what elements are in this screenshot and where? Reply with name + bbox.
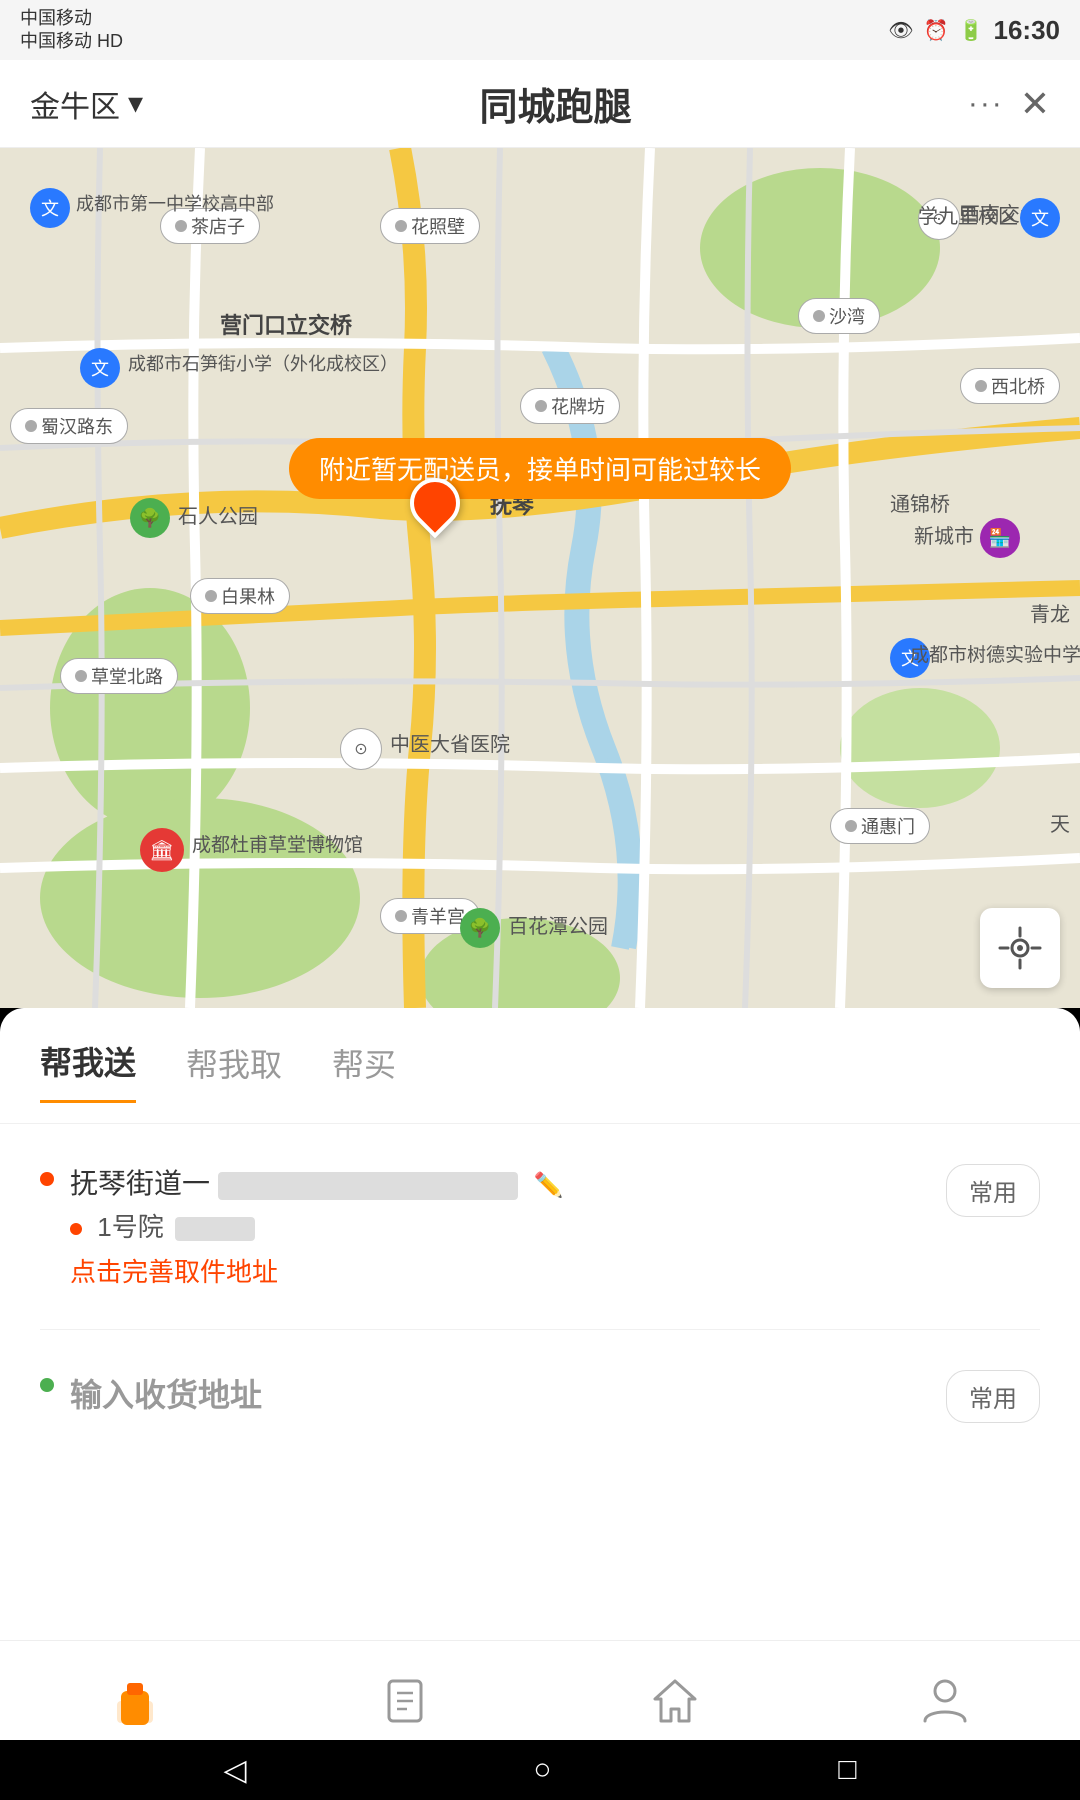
pickup-section: 抚琴街道一 ✏️ 1号院 点击完善取件地址 常用 [0, 1124, 1080, 1329]
poi-school1: 文 [30, 188, 70, 228]
status-bar: 中国移动 中国移动 HD 👁 ⏰ 🔋 16:30 [0, 0, 1080, 60]
pickup-address-row[interactable]: 抚琴街道一 ✏️ 1号院 点击完善取件地址 常用 [40, 1148, 1040, 1305]
delivery-placeholder[interactable]: 输入收货地址 [70, 1370, 930, 1416]
home-button[interactable]: ○ [533, 1753, 551, 1787]
profile-icon [917, 1673, 973, 1729]
label-yingmenkou: 营门口立交桥 [220, 308, 352, 340]
pickup-address-content: 抚琴街道一 ✏️ 1号院 点击完善取件地址 [70, 1164, 930, 1289]
pickup-edit-icon: ✏️ [534, 1172, 564, 1199]
label-dufu: 成都杜甫草堂博物馆 [192, 830, 322, 857]
pickup-address-text: 抚琴街道一 [70, 1168, 210, 1199]
label-tian: 天 [1050, 808, 1070, 837]
locate-icon [998, 926, 1042, 970]
gesture-bar: ◁ ○ □ [0, 1740, 1080, 1800]
poi-xibeiqi: 西北桥 [960, 368, 1060, 404]
poi-shiren: 🌳 [130, 498, 170, 538]
poi-huapaifang: 花牌坊 [520, 388, 620, 424]
poi-baihua: 🌳 [460, 908, 500, 948]
poi-huazhaobibi: 花照壁 [380, 208, 480, 244]
pickup-common-tag[interactable]: 常用 [946, 1164, 1040, 1217]
carrier1: 中国移动 [20, 7, 123, 30]
top-nav: 金牛区 ▾ 同城跑腿 ··· ✕ [0, 60, 1080, 148]
no-courier-warning: 附近暂无配送员，接单时间可能过较长 [289, 438, 791, 499]
status-right: 👁 ⏰ 🔋 16:30 [888, 15, 1060, 46]
delivery-common-tag[interactable]: 常用 [946, 1370, 1040, 1423]
poi-baiguo: 白果林 [190, 578, 290, 614]
chevron-down-icon: ▾ [128, 86, 143, 121]
poi-hospital: ⊙ [340, 728, 382, 770]
label-school3: 成都市树德实验中学 [910, 640, 1050, 667]
close-button[interactable]: ✕ [1020, 83, 1050, 125]
label-baihua: 百花潭公园 [508, 910, 608, 939]
poi-tonghui: 通惠门 [830, 808, 930, 844]
pickup-address-main: 抚琴街道一 ✏️ [70, 1164, 930, 1203]
pickup-hint[interactable]: 点击完善取件地址 [70, 1252, 930, 1289]
recent-button[interactable]: □ [838, 1753, 856, 1787]
eye-icon: 👁 [888, 18, 913, 43]
poi-shawan: 沙湾 [798, 298, 880, 334]
label-shiren: 石人公园 [178, 500, 258, 529]
poi-xuejiu: 文 [1020, 198, 1060, 238]
address-dot-red [70, 1223, 82, 1235]
status-time: 16:30 [994, 15, 1061, 46]
location-selector[interactable]: 金牛区 ▾ [30, 82, 143, 126]
delivery-address-row[interactable]: 输入收货地址 常用 [40, 1354, 1040, 1439]
sub-text: 1号院 [97, 1212, 163, 1242]
service-tabs: 帮我送 帮我取 帮买 [0, 1008, 1080, 1124]
poi-school2: 文 [80, 348, 120, 388]
label-tongjin: 通锦桥 [890, 488, 950, 517]
label-school2: 成都市石笋街小学（外化成校区） [128, 350, 258, 376]
back-button[interactable]: ◁ [223, 1753, 246, 1788]
nav-actions: ··· ✕ [968, 83, 1050, 125]
home-icon [647, 1673, 703, 1729]
label-hospital: 中医大省医院 [390, 728, 510, 757]
pickup-dot [40, 1172, 54, 1186]
map-svg [0, 148, 1080, 1008]
tab-help-buy[interactable]: 帮买 [332, 1040, 396, 1102]
more-button[interactable]: ··· [968, 87, 1004, 121]
map-area[interactable]: 茶店子 花照壁 ⊙ 西南交大 文 成都市第一中学校高中部 文 学九里校区 沙湾 … [0, 148, 1080, 1008]
location-text: 金牛区 [30, 82, 120, 126]
pickup-address-sub: 1号院 [70, 1207, 930, 1244]
tab-help-fetch[interactable]: 帮我取 [186, 1040, 282, 1102]
carrier-info: 中国移动 中国移动 HD [20, 7, 123, 54]
carrier2: 中国移动 HD [20, 30, 123, 53]
label-xinchengshi: 新城市 [914, 520, 974, 549]
order-icon [377, 1673, 433, 1729]
delivery-dot [40, 1378, 54, 1392]
page-title: 同城跑腿 [479, 76, 631, 131]
bottom-panel: 帮我送 帮我取 帮买 抚琴街道一 ✏️ 1号院 点击完善取件 [0, 1008, 1080, 1640]
location-button[interactable] [980, 908, 1060, 988]
run-icon [107, 1673, 163, 1729]
poi-xinchengshi: 🏪 [980, 518, 1020, 558]
sub-blurred [175, 1217, 255, 1241]
battery-icon: 🔋 [959, 18, 984, 43]
poi-dufu: 🏛 [140, 828, 184, 872]
map-pin-marker [410, 478, 460, 538]
alarm-icon: ⏰ [924, 18, 949, 43]
delivery-section: 输入收货地址 常用 [0, 1330, 1080, 1463]
label-xuejiu: 学九里校区 [918, 200, 1018, 229]
label-qinglong: 青龙 [1030, 598, 1070, 627]
pickup-address-blurred [218, 1172, 518, 1200]
map-background: 茶店子 花照壁 ⊙ 西南交大 文 成都市第一中学校高中部 文 学九里校区 沙湾 … [0, 148, 1080, 1008]
poi-shuhan: 蜀汉路东 [10, 408, 128, 444]
poi-caotang: 草堂北路 [60, 658, 178, 694]
delivery-address-content: 输入收货地址 [70, 1370, 930, 1416]
tab-help-send[interactable]: 帮我送 [40, 1038, 136, 1103]
label-school1: 成都市第一中学校高中部 [76, 190, 176, 216]
